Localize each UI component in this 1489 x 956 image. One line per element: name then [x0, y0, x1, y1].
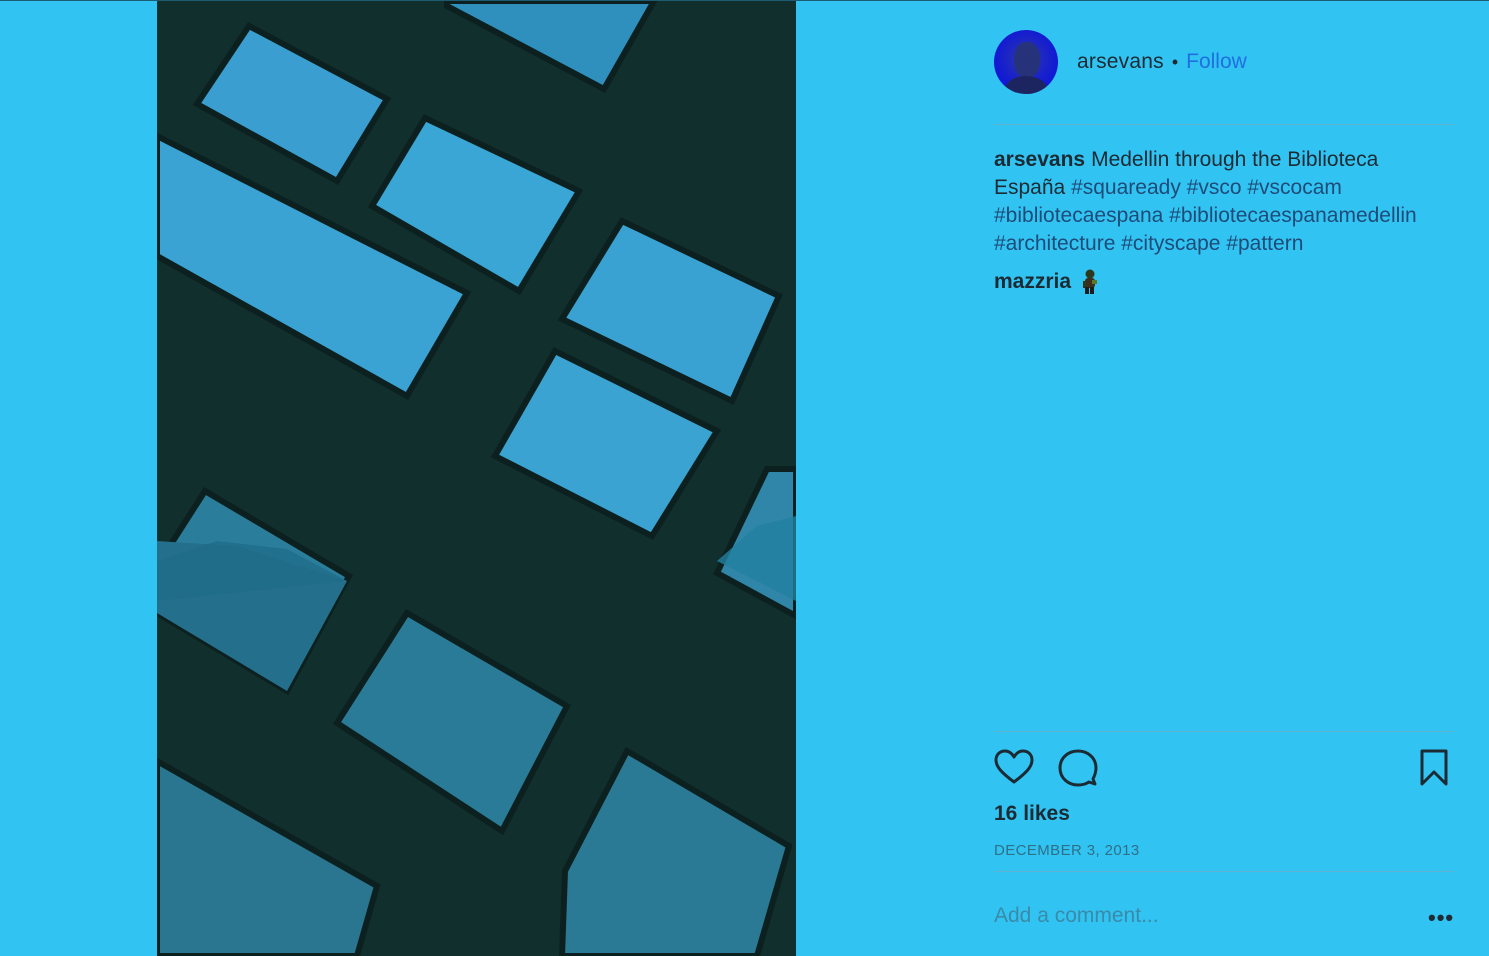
hashtag-link[interactable]: #vscocam [1247, 176, 1342, 199]
follow-button[interactable]: Follow [1186, 50, 1247, 74]
man-emoji-icon [1083, 269, 1098, 294]
speech-bubble-icon [1058, 749, 1098, 787]
hashtag-link[interactable]: #bibliotecaespana [994, 204, 1163, 227]
hashtag-link[interactable]: #pattern [1226, 232, 1303, 255]
avatar-face [1014, 42, 1040, 78]
save-button[interactable] [1418, 748, 1458, 788]
post-caption: arsevans Medellin through the Biblioteca … [994, 146, 1454, 258]
caption-username-link[interactable]: arsevans [994, 148, 1085, 171]
divider [994, 731, 1454, 732]
avatar-shoulders [1004, 76, 1048, 94]
hashtag-link[interactable]: #architecture [994, 232, 1115, 255]
ellipsis-icon[interactable]: ••• [1428, 907, 1454, 929]
username-link[interactable]: arsevans [1077, 50, 1164, 74]
avatar[interactable] [994, 30, 1058, 94]
post-header: arsevans • Follow [994, 30, 1454, 94]
hashtag-link[interactable]: #cityscape [1121, 232, 1220, 255]
post-photo[interactable] [157, 1, 796, 956]
post-details-panel: arsevans • Follow arsevans Medellin throu… [994, 0, 1454, 956]
post-date[interactable]: DECEMBER 3, 2013 [994, 842, 1140, 859]
divider [994, 871, 1454, 872]
hashtag-link[interactable]: #bibliotecaespanamedellin [1169, 204, 1417, 227]
comment-item: mazzria [994, 268, 1099, 296]
hashtag-link[interactable]: #squaready [1071, 176, 1181, 199]
comment-button[interactable] [1058, 748, 1098, 788]
heart-icon [994, 749, 1034, 784]
architecture-photo-image [157, 1, 796, 956]
likes-count[interactable]: 16 likes [994, 802, 1070, 826]
divider [994, 124, 1454, 125]
bookmark-icon [1420, 749, 1448, 786]
comment-username-link[interactable]: mazzria [994, 268, 1071, 296]
post-actions [994, 748, 1454, 788]
add-comment-input[interactable]: Add a comment... [994, 904, 1159, 928]
separator-dot: • [1171, 51, 1179, 72]
hashtag-link[interactable]: #vsco [1187, 176, 1242, 199]
like-button[interactable] [994, 748, 1034, 788]
